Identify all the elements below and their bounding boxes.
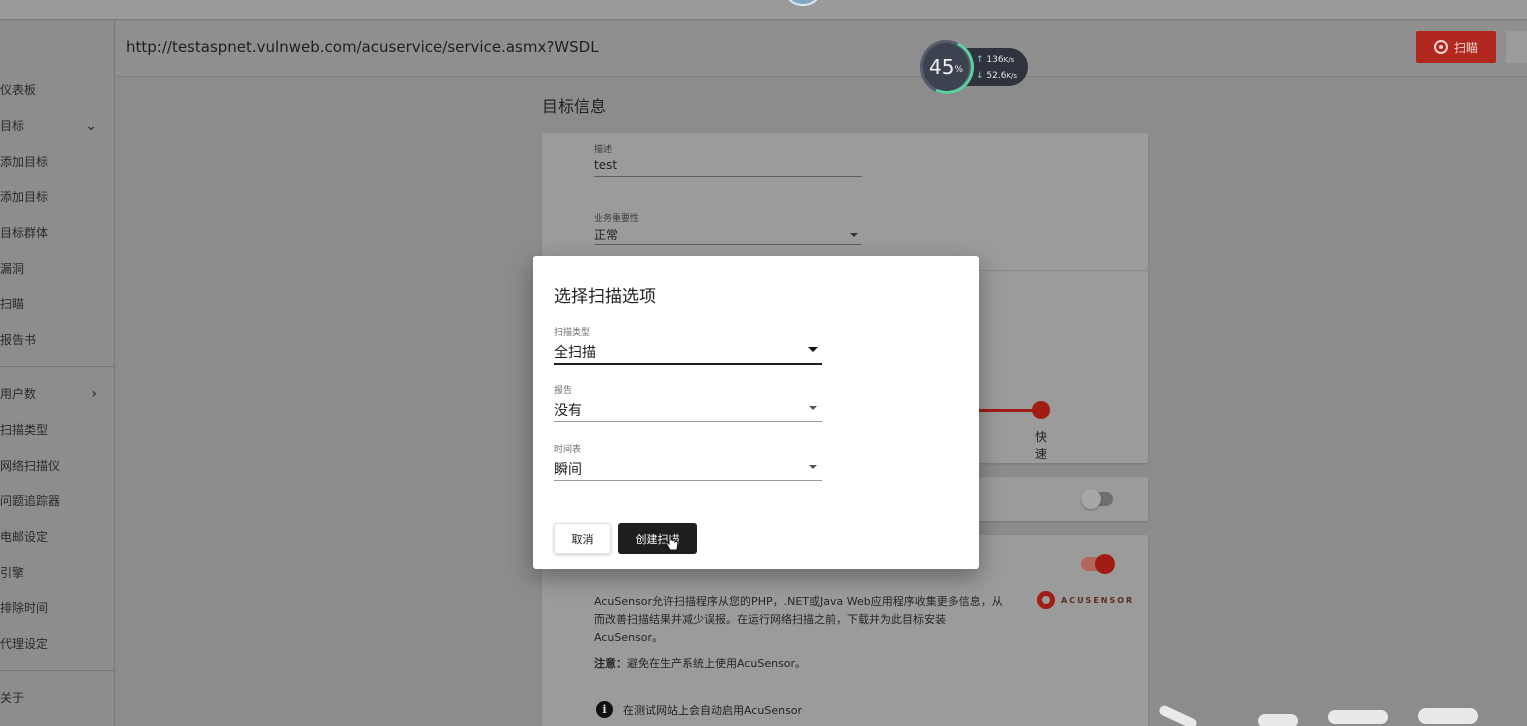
scan-type-underline bbox=[554, 363, 822, 365]
sidebar-item-scan-types[interactable]: 扫描类型 bbox=[0, 415, 115, 445]
sidebar-item-engines[interactable]: 引擎 bbox=[0, 558, 115, 588]
target-header: http://testaspnet.vulnweb.com/acuservice… bbox=[116, 21, 1527, 77]
scan-radar-icon bbox=[1433, 40, 1448, 54]
sidebar-item-excluded-hours[interactable]: 排除时间 bbox=[0, 593, 115, 623]
sidebar-item-targets[interactable]: 目标 ⌄ bbox=[0, 111, 115, 141]
chevron-down-icon: ⌄ bbox=[85, 118, 97, 134]
criticality-label: 业务重要性 bbox=[594, 214, 640, 224]
schedule-label: 时间表 bbox=[554, 445, 582, 455]
watermark-stroke bbox=[1157, 704, 1199, 726]
acusensor-description: AcuSensor允许扫描程序从您的PHP，.NET或Java Web应用程序收… bbox=[594, 595, 1003, 644]
target-url: http://testaspnet.vulnweb.com/acuservice… bbox=[126, 38, 599, 56]
sidebar-divider bbox=[0, 670, 115, 671]
video-watermark bbox=[1157, 700, 1488, 726]
dropdown-caret-icon bbox=[808, 347, 818, 352]
acusensor-info-text: 在测试网站上会自动启用AcuSensor bbox=[623, 703, 803, 717]
report-underline bbox=[554, 421, 822, 422]
cancel-button[interactable]: 取消 bbox=[554, 523, 611, 554]
sidebar-item-issue-trackers[interactable]: 问题追踪器 bbox=[0, 486, 115, 516]
sidebar-item-proxy-settings[interactable]: 代理设定 bbox=[0, 629, 115, 659]
option-toggle[interactable] bbox=[1081, 489, 1113, 509]
toggle-knob bbox=[1095, 554, 1115, 574]
acusensor-logo-text: ACUSENSOR bbox=[1061, 595, 1135, 605]
window-top-bar bbox=[0, 0, 1527, 20]
upload-unit: K/s bbox=[1003, 56, 1015, 64]
section-title: 目标信息 bbox=[542, 97, 607, 116]
create-scan-button[interactable]: 创建扫描 bbox=[618, 523, 697, 554]
scan-button-label: 扫瞄 bbox=[1453, 40, 1478, 55]
upload-arrow-icon: ↑ bbox=[976, 55, 984, 65]
download-speed: 52.6 bbox=[986, 71, 1007, 81]
sidebar: 仪表板 目标 ⌄ 添加目标 添加目标 目标群体 漏洞 扫瞄 报告书 用户数 › 扫描… bbox=[0, 20, 115, 726]
description-underline bbox=[594, 176, 862, 177]
report-label: 报告 bbox=[554, 386, 573, 396]
schedule-select[interactable]: 瞬间 bbox=[554, 459, 582, 479]
sidebar-item-scans[interactable]: 扫瞄 bbox=[0, 289, 115, 319]
upload-speed: 136 bbox=[986, 55, 1004, 65]
hand-pointer-icon bbox=[665, 533, 679, 551]
scan-speed-slider-handle[interactable] bbox=[1032, 401, 1050, 419]
scan-options-dialog: 选择扫描选项 扫描类型 全扫描 报告 没有 时间表 瞬间 取消 创建扫描 bbox=[533, 256, 979, 569]
top-badge bbox=[784, 0, 822, 6]
network-speed-widget: ↑ 136K/s ↓ 52.6K/s 45% bbox=[912, 32, 1028, 102]
sidebar-item-vulnerabilities[interactable]: 漏洞 bbox=[0, 254, 115, 284]
criticality-select[interactable]: 正常 bbox=[594, 226, 618, 243]
sidebar-item-about[interactable]: 关于 bbox=[0, 683, 115, 713]
acusensor-info: i 在测试网站上会自动启用AcuSensor bbox=[596, 701, 802, 718]
scan-type-label: 扫描类型 bbox=[554, 328, 591, 338]
acusensor-logo: ACUSENSOR bbox=[1037, 591, 1134, 609]
acusensor-logo-mark bbox=[1037, 591, 1055, 609]
dropdown-caret-icon bbox=[809, 465, 817, 469]
sidebar-item-email-settings[interactable]: 电邮设定 bbox=[0, 522, 115, 552]
scan-type-select[interactable]: 全扫描 bbox=[554, 342, 596, 362]
sidebar-item-reports[interactable]: 报告书 bbox=[0, 325, 115, 355]
secondary-header-button[interactable] bbox=[1506, 31, 1527, 63]
scan-speed-label: 快速 bbox=[1035, 430, 1048, 461]
info-icon: i bbox=[596, 701, 613, 718]
schedule-underline bbox=[554, 480, 822, 481]
sidebar-divider bbox=[0, 366, 115, 367]
sidebar-item-add-target-2[interactable]: 添加目标 bbox=[0, 182, 115, 212]
watermark-stroke bbox=[1418, 708, 1478, 724]
report-select[interactable]: 没有 bbox=[554, 400, 582, 420]
acusensor-note: 注意：避免在生产系统上使用AcuSensor。 bbox=[594, 657, 807, 670]
sidebar-item-add-target[interactable]: 添加目标 bbox=[0, 147, 115, 177]
watermark-stroke bbox=[1328, 710, 1388, 724]
sidebar-item-users[interactable]: 用户数 › bbox=[0, 379, 115, 409]
description-input[interactable]: test bbox=[594, 158, 617, 172]
download-arrow-icon: ↓ bbox=[976, 71, 984, 81]
chevron-right-icon: › bbox=[91, 386, 97, 402]
cpu-usage-arc bbox=[912, 32, 982, 102]
network-speed-panel: ↑ 136K/s ↓ 52.6K/s bbox=[966, 48, 1028, 86]
toggle-knob bbox=[1081, 489, 1101, 509]
download-unit: K/s bbox=[1006, 72, 1018, 80]
dropdown-caret-icon bbox=[809, 406, 817, 410]
sidebar-item-target-groups[interactable]: 目标群体 bbox=[0, 218, 115, 248]
scan-button[interactable]: 扫瞄 bbox=[1416, 31, 1496, 63]
dropdown-caret-icon bbox=[850, 233, 858, 237]
description-label: 描述 bbox=[594, 145, 613, 155]
acusensor-toggle[interactable] bbox=[1081, 554, 1115, 574]
watermark-stroke bbox=[1258, 714, 1298, 726]
sidebar-item-dashboard[interactable]: 仪表板 bbox=[0, 75, 115, 105]
sidebar-item-network-scanner[interactable]: 网络扫描仪 bbox=[0, 451, 115, 481]
criticality-underline bbox=[594, 244, 862, 245]
dialog-title: 选择扫描选项 bbox=[554, 287, 656, 307]
